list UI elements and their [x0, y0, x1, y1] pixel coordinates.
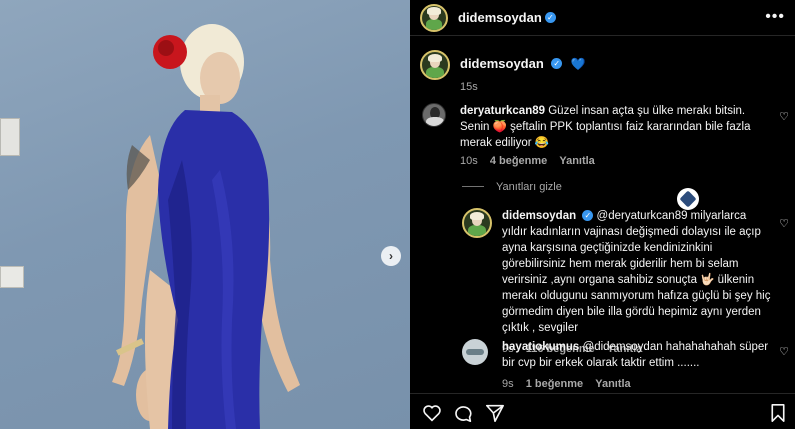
- avatar[interactable]: [462, 339, 488, 365]
- post-panel: didemsoydan ✓ ••• didemsoydan ✓ 💙 15s de: [410, 0, 795, 429]
- avatar[interactable]: [422, 103, 446, 127]
- post-header: didemsoydan ✓ •••: [410, 0, 795, 36]
- reply-like-heart-icon[interactable]: ♡: [779, 345, 789, 358]
- share-icon[interactable]: [485, 404, 505, 422]
- comment-time: 10s: [460, 155, 478, 167]
- floating-badge-icon: [677, 188, 699, 210]
- avatar[interactable]: [420, 50, 450, 80]
- reply-button[interactable]: Yanıtla: [595, 378, 630, 390]
- reply: didemsoydan ✓ @deryaturkcan89 milyarlarc…: [462, 208, 777, 355]
- caption-emoji: 💙: [570, 57, 586, 71]
- reply-button[interactable]: Yanıtla: [559, 155, 594, 167]
- verified-badge-icon: ✓: [544, 12, 556, 23]
- reply-username[interactable]: hayatiokumus: [502, 341, 579, 353]
- verified-badge-icon: ✓: [551, 58, 563, 70]
- caption-time: 15s: [460, 81, 478, 93]
- heart-icon[interactable]: [422, 404, 442, 422]
- author-username[interactable]: didemsoydan: [458, 10, 542, 25]
- avatar[interactable]: [420, 3, 448, 32]
- comment-icon[interactable]: [453, 404, 473, 422]
- hide-replies-button[interactable]: Yanıtları gizle: [496, 181, 562, 193]
- reply-like-heart-icon[interactable]: ♡: [779, 217, 789, 230]
- bookmark-icon[interactable]: [770, 404, 786, 422]
- comment-username[interactable]: deryaturkcan89: [460, 105, 545, 117]
- post-photo: ›: [0, 0, 410, 429]
- verified-badge-icon: ✓: [582, 210, 594, 222]
- avatar[interactable]: [462, 208, 492, 238]
- reply-likes[interactable]: 1 beğenme: [526, 378, 583, 390]
- reply-text: @deryaturkcan89 milyarlarca yıldır kadın…: [502, 210, 771, 334]
- reply-time: 9s: [502, 378, 514, 390]
- thread-line: [462, 186, 484, 187]
- caption-username[interactable]: didemsoydan: [460, 56, 544, 71]
- comment-like-heart-icon[interactable]: ♡: [779, 110, 789, 123]
- chevron-right-icon: ›: [389, 249, 393, 263]
- more-options-icon[interactable]: •••: [765, 8, 785, 26]
- woman-in-blue-dress-figure: [112, 24, 300, 429]
- comment-likes[interactable]: 4 beğenme: [490, 155, 547, 167]
- action-bar: [410, 393, 795, 429]
- reply-username[interactable]: didemsoydan: [502, 210, 576, 222]
- reply: hayatiokumus @didemsoydan hahahahahah sü…: [462, 339, 777, 390]
- next-image-button[interactable]: ›: [381, 246, 401, 266]
- caption: didemsoydan ✓ 💙 15s: [420, 50, 586, 93]
- comment: deryaturkcan89 Güzel insan açta şu ülke …: [422, 103, 777, 167]
